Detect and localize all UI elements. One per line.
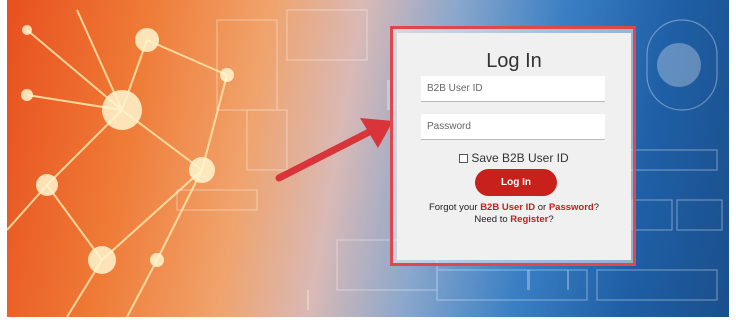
register-link[interactable]: Register [510,214,548,225]
page: Log In Save B2B User ID Log In Forgot yo… [0,0,736,326]
user-id-input[interactable] [421,76,605,101]
save-user-id-label: Save B2B User ID [471,151,569,165]
login-button[interactable]: Log In [475,169,557,196]
register-text: Need to Register? [397,214,631,225]
password-field-container [421,114,605,140]
save-user-id-row[interactable]: Save B2B User ID [397,151,631,165]
forgot-password-link[interactable]: Password [549,202,594,213]
login-panel: Log In Save B2B User ID Log In Forgot yo… [397,33,631,260]
password-input[interactable] [421,114,605,139]
forgot-credentials-text: Forgot your B2B User ID or Password? [397,202,631,213]
need-prefix: Need to [474,214,511,225]
arrow-graphic [275,118,393,182]
login-title: Log In [486,50,542,72]
user-id-field-container [421,76,605,102]
forgot-suffix: ? [593,202,600,213]
save-user-id-checkbox[interactable] [459,153,469,163]
need-suffix: ? [548,214,554,225]
forgot-prefix: Forgot your [428,202,481,213]
forgot-or: or [535,202,549,213]
forgot-user-id-link[interactable]: B2B User ID [480,202,535,213]
